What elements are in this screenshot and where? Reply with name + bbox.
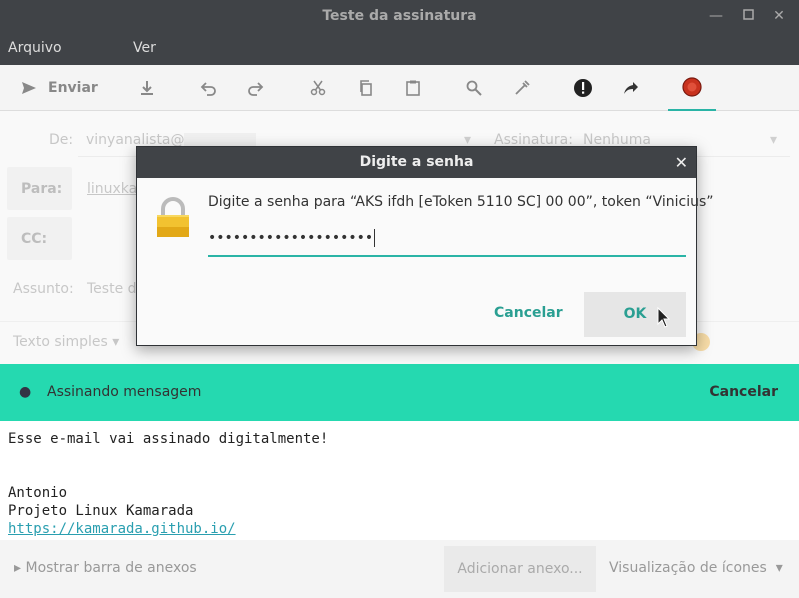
window-titlebar: Teste da assinatura — ✕	[0, 0, 799, 33]
send-button[interactable]: Enviar	[20, 65, 98, 111]
menu-ver[interactable]: Ver	[133, 40, 156, 56]
password-dialog: Digite a senha ✕ Digite a senha para “AK…	[136, 146, 714, 346]
body-line-1: Esse e-mail vai assinado digitalmente!	[8, 431, 329, 447]
maximize-icon[interactable]	[738, 6, 758, 26]
body-line-3: Projeto Linux Kamarada	[8, 503, 194, 519]
save-draft-button[interactable]	[137, 65, 157, 111]
window-title: Teste da assinatura	[322, 8, 477, 24]
exclamation-icon	[574, 79, 592, 97]
attach-toggle-label: Mostrar barra de anexos	[25, 560, 197, 576]
priority-button[interactable]	[571, 65, 595, 111]
password-field[interactable]: ••••••••••••••••••••	[208, 227, 686, 257]
signing-message: Assinando mensagem	[47, 384, 202, 400]
cut-button[interactable]	[308, 65, 328, 111]
spellcheck-button[interactable]	[511, 65, 533, 111]
close-window-icon[interactable]: ✕	[769, 6, 789, 26]
signing-spinner-icon: ●	[19, 384, 32, 400]
undo-icon	[200, 82, 216, 96]
attachment-bar: ▸ Mostrar barra de anexos Adicionar anex…	[0, 540, 799, 598]
find-button[interactable]	[464, 65, 484, 111]
signing-cancel-button[interactable]: Cancelar	[709, 384, 778, 400]
mouse-cursor-icon	[657, 307, 671, 328]
send-label: Enviar	[48, 80, 98, 96]
copy-icon	[360, 80, 372, 96]
sign-button[interactable]	[668, 65, 716, 111]
forward-arrow-icon	[624, 82, 638, 94]
dialog-prompt: Digite a senha para “AKS ifdh [eToken 51…	[208, 194, 714, 210]
padlock-icon	[157, 197, 189, 237]
dialog-close-icon[interactable]: ✕	[675, 147, 688, 178]
show-attachments-toggle[interactable]: ▸ Mostrar barra de anexos	[14, 560, 197, 576]
message-body[interactable]: Esse e-mail vai assinado digitalmente! A…	[8, 430, 328, 538]
toolbar: Enviar	[0, 65, 799, 111]
view-mode-label: Visualização de ícones	[609, 560, 767, 576]
clipboard-icon	[406, 80, 420, 96]
signing-bar: ● Assinando mensagem Cancelar	[0, 364, 799, 421]
wax-seal-icon	[682, 77, 702, 97]
dialog-cancel-button[interactable]: Cancelar	[480, 292, 577, 334]
redo-icon	[248, 82, 264, 96]
search-icon	[466, 80, 482, 96]
view-mode-select[interactable]: Visualização de ícones ▾	[609, 560, 783, 576]
send-icon	[22, 82, 36, 94]
body-link[interactable]: https://kamarada.github.io/	[8, 521, 236, 537]
forward-button[interactable]	[620, 65, 642, 111]
redo-button[interactable]	[245, 65, 265, 111]
body-line-2: Antonio	[8, 485, 68, 501]
menubar: Arquivo Ver	[0, 33, 799, 65]
menu-arquivo[interactable]: Arquivo	[8, 40, 62, 56]
spellcheck-icon	[515, 80, 530, 95]
add-attachment-button[interactable]: Adicionar anexo...	[444, 546, 596, 592]
paste-button[interactable]	[403, 65, 423, 111]
password-value: ••••••••••••••••••••	[208, 230, 374, 246]
minimize-icon[interactable]: —	[706, 6, 726, 26]
copy-button[interactable]	[356, 65, 376, 111]
expander-arrow-icon: ▸	[14, 560, 22, 576]
text-caret	[374, 229, 376, 247]
download-icon	[141, 81, 153, 95]
scissors-icon	[310, 80, 326, 96]
dialog-title: Digite a senha	[137, 147, 696, 178]
undo-button[interactable]	[199, 65, 219, 111]
